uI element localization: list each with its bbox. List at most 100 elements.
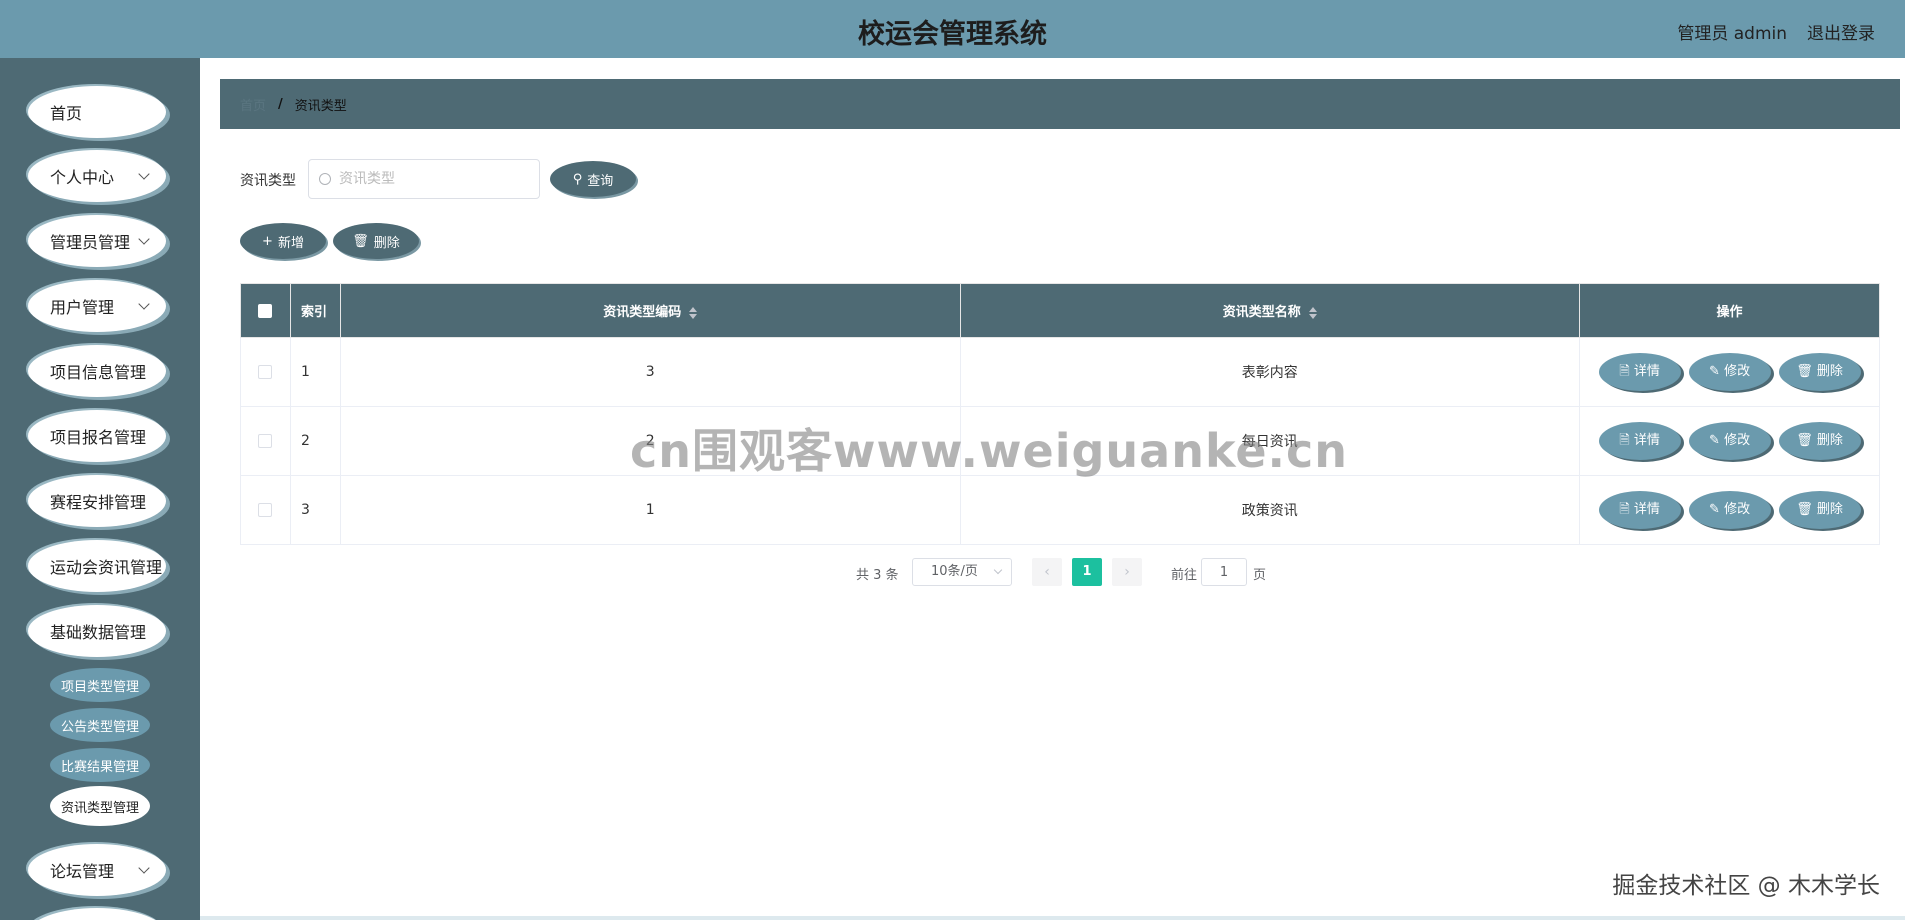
select-all-cell <box>240 283 291 338</box>
plus-icon: + <box>262 233 273 249</box>
logout-link[interactable]: 退出登录 <box>1807 19 1875 44</box>
cell-index: 3 <box>289 475 341 545</box>
row-select-cell <box>240 337 291 407</box>
column-header-code[interactable]: 资讯类型编码 <box>339 283 961 338</box>
table-header-row: 索引 资讯类型编码 资讯类型名称 操作 <box>240 283 1880 338</box>
row-delete-button[interactable]: 🗑 删除 <box>1778 353 1861 391</box>
search-button[interactable]: ⚲ 查询 <box>550 161 636 197</box>
goto-page-suffix: 页 <box>1253 568 1267 583</box>
select-all-checkbox[interactable] <box>258 303 273 318</box>
detail-button-label: 详情 <box>1633 433 1660 448</box>
watermark-text: cn围观客www.weiguanke.cn <box>630 424 1349 478</box>
row-checkbox[interactable] <box>258 434 273 448</box>
column-header-name[interactable]: 资讯类型名称 <box>959 283 1581 338</box>
chevron-down-icon <box>138 298 150 310</box>
sidebar-item-project-info[interactable]: 项目信息管理 <box>28 345 166 397</box>
sidebar-item-profile[interactable]: 个人中心 <box>28 150 166 202</box>
sort-icon[interactable] <box>1308 306 1317 319</box>
cell-name: 表彰内容 <box>959 337 1581 407</box>
search-icon: ⚲ <box>572 171 583 187</box>
cell-index: 1 <box>289 337 341 407</box>
row-checkbox[interactable] <box>258 503 273 517</box>
breadcrumb: 首页 / 资讯类型 <box>220 79 1900 129</box>
edit-button[interactable]: ✎ 修改 <box>1688 491 1771 529</box>
page-number-current[interactable]: 1 <box>1072 558 1102 586</box>
page-size-value: 10条/页 <box>931 564 978 579</box>
cell-actions: 🗎 详情 ✎ 修改 🗑 删除 <box>1579 337 1880 407</box>
sidebar-subitem-project-type[interactable]: 项目类型管理 <box>50 668 150 702</box>
sidebar-item-users[interactable]: 用户管理 <box>28 280 166 332</box>
column-header-code-label: 资讯类型编码 <box>603 305 682 320</box>
row-delete-button[interactable]: 🗑 删除 <box>1778 491 1861 529</box>
sidebar-subitem-label: 比赛结果管理 <box>60 759 139 775</box>
sidebar-item-label: 首页 <box>50 104 83 123</box>
detail-button-label: 详情 <box>1633 502 1660 517</box>
breadcrumb-separator: / <box>278 96 283 112</box>
edit-icon: ✎ <box>1709 502 1720 517</box>
search-input[interactable] <box>339 171 519 187</box>
row-delete-button[interactable]: 🗑 删除 <box>1778 422 1861 460</box>
add-button-label: 新增 <box>277 235 304 251</box>
data-table: 索引 资讯类型编码 资讯类型名称 操作 1 3 表彰内容 🗎 详情 ✎ 修改 🗑 删… <box>240 283 1880 545</box>
sidebar-subitem-news-type[interactable]: 资讯类型管理 <box>50 786 150 826</box>
sidebar-item-basic-data[interactable]: 基础数据管理 <box>28 605 166 657</box>
detail-button[interactable]: 🗎 详情 <box>1598 353 1681 391</box>
edit-button[interactable]: ✎ 修改 <box>1688 422 1771 460</box>
sidebar-item-forum[interactable]: 论坛管理 <box>28 844 166 896</box>
credit-watermark: 掘金技术社区 @ 木木学长 <box>1612 873 1880 899</box>
sort-icon[interactable] <box>689 306 698 319</box>
search-field[interactable] <box>308 159 540 199</box>
cell-name: 政策资讯 <box>959 475 1581 545</box>
edit-button[interactable]: ✎ 修改 <box>1688 353 1771 391</box>
sidebar-subitem-result[interactable]: 比赛结果管理 <box>50 748 150 782</box>
cell-actions: 🗎 详情 ✎ 修改 🗑 删除 <box>1579 475 1880 545</box>
edit-button-label: 修改 <box>1724 433 1751 448</box>
table-row: 1 3 表彰内容 🗎 详情 ✎ 修改 🗑 删除 <box>240 337 1880 407</box>
sidebar-item-label: 赛程安排管理 <box>50 493 147 512</box>
delete-button[interactable]: 🗑 删除 <box>333 223 419 259</box>
sidebar-item-home[interactable]: 首页 <box>28 86 166 138</box>
search-icon <box>319 173 331 185</box>
edit-button-label: 修改 <box>1724 364 1751 379</box>
detail-icon: 🗎 <box>1619 364 1630 379</box>
prev-page-button[interactable]: ‹ <box>1032 558 1062 586</box>
row-delete-button-label: 删除 <box>1816 433 1843 448</box>
trash-icon: 🗑 <box>1796 502 1813 517</box>
edit-button-label: 修改 <box>1724 502 1751 517</box>
row-select-cell <box>240 475 291 545</box>
delete-button-label: 删除 <box>373 235 400 251</box>
cell-actions: 🗎 详情 ✎ 修改 🗑 删除 <box>1579 406 1880 476</box>
trash-icon: 🗑 <box>352 233 369 249</box>
sidebar-item-label: 论坛管理 <box>50 862 115 881</box>
row-checkbox[interactable] <box>258 365 273 379</box>
sidebar-item-partial[interactable] <box>28 908 166 920</box>
detail-button[interactable]: 🗎 详情 <box>1598 422 1681 460</box>
row-delete-button-label: 删除 <box>1816 502 1843 517</box>
chevron-down-icon <box>138 233 150 245</box>
sidebar-item-registration[interactable]: 项目报名管理 <box>28 410 166 462</box>
sidebar: 首页 个人中心 管理员管理 用户管理 项目信息管理 项目报名管理 赛程安排管理 … <box>0 58 200 920</box>
page-size-select[interactable]: 10条/页 <box>912 558 1012 586</box>
breadcrumb-current: 资讯类型 <box>294 98 347 114</box>
sidebar-item-label: 项目信息管理 <box>50 363 147 382</box>
pagination: 共 3 条 10条/页 ‹ 1 › 前往 页 <box>0 558 1905 588</box>
detail-button[interactable]: 🗎 详情 <box>1598 491 1681 529</box>
chevron-down-icon <box>993 565 1003 575</box>
detail-icon: 🗎 <box>1619 433 1630 448</box>
add-button[interactable]: + 新增 <box>240 223 326 259</box>
goto-page-input[interactable] <box>1201 558 1247 586</box>
top-header: 校运会管理系统 管理员 admin 退出登录 <box>0 0 1905 58</box>
sidebar-item-admins[interactable]: 管理员管理 <box>28 215 166 267</box>
app-title: 校运会管理系统 <box>858 19 1047 50</box>
sidebar-item-schedule[interactable]: 赛程安排管理 <box>28 475 166 527</box>
detail-icon: 🗎 <box>1619 502 1630 517</box>
sidebar-subitem-notice-type[interactable]: 公告类型管理 <box>50 708 150 742</box>
column-header-name-label: 资讯类型名称 <box>1222 305 1301 320</box>
breadcrumb-home[interactable]: 首页 <box>240 95 266 114</box>
next-page-button[interactable]: › <box>1112 558 1142 586</box>
search-button-label: 查询 <box>587 173 614 189</box>
sidebar-subitem-label: 项目类型管理 <box>60 679 139 695</box>
column-header-actions: 操作 <box>1579 283 1880 338</box>
table-row: 3 1 政策资讯 🗎 详情 ✎ 修改 🗑 删除 <box>240 475 1880 545</box>
goto-label: 前往 <box>1171 568 1198 583</box>
